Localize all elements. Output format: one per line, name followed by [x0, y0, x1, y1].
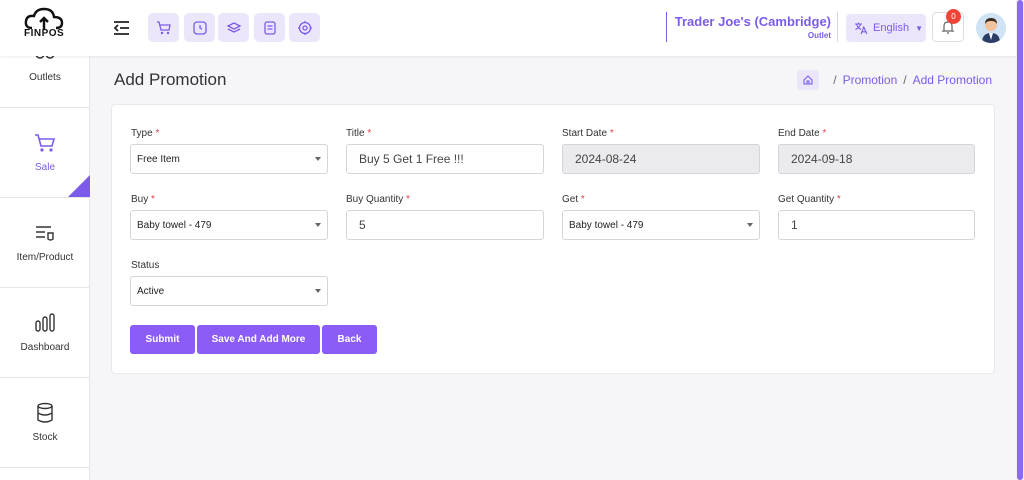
- title-label: Title *: [346, 128, 372, 139]
- user-avatar[interactable]: [976, 13, 1006, 43]
- breadcrumb-separator: /: [903, 73, 907, 87]
- outlet-name: Trader Joe's (Cambridge): [674, 14, 831, 29]
- dropdown-caret-icon: [315, 157, 321, 161]
- home-icon: [803, 75, 813, 85]
- language-dropdown[interactable]: English ▼: [846, 14, 926, 42]
- get-quantity-value: 1: [791, 218, 798, 232]
- get-select[interactable]: Baby towel - 479: [562, 210, 760, 240]
- buy-quantity-value: 5: [359, 218, 366, 232]
- sidebar-item-label: Dashboard: [20, 342, 70, 353]
- page-title: Add Promotion: [114, 70, 227, 89]
- get-label: Get *: [562, 194, 585, 205]
- buy-quantity-input[interactable]: 5: [346, 210, 544, 240]
- quick-receipt-button[interactable]: [254, 13, 285, 42]
- active-indicator: [68, 175, 90, 197]
- sidebar-item-label: Sale: [34, 162, 55, 173]
- end-date-value: 2024-09-18: [791, 152, 853, 166]
- dropdown-caret-icon: [315, 289, 321, 293]
- breadcrumb: / Promotion / Add Promotion: [797, 70, 992, 90]
- sidebar-item-item-product[interactable]: Item/Product: [0, 198, 90, 288]
- type-select[interactable]: Free Item: [130, 144, 328, 174]
- breadcrumb-separator: /: [833, 73, 837, 87]
- cart-icon: [156, 20, 171, 34]
- type-label: Type *: [131, 128, 160, 139]
- end-date-label: End Date *: [778, 128, 827, 139]
- sidebar-item-label: Stock: [32, 432, 58, 443]
- chevron-down-icon: ▼: [915, 23, 923, 33]
- start-date-value: 2024-08-24: [575, 152, 637, 166]
- start-date-input[interactable]: 2024-08-24: [562, 144, 760, 174]
- top-header: FINPOS Trader Joe's (Cambridge) Outlet E…: [0, 0, 1016, 56]
- menu-toggle-icon[interactable]: [112, 18, 132, 38]
- breadcrumb-home[interactable]: [797, 70, 820, 90]
- notification-badge: 0: [946, 9, 961, 24]
- receipt-icon: [263, 20, 276, 35]
- layers-icon: [226, 21, 241, 33]
- get-quantity-input[interactable]: 1: [778, 210, 975, 240]
- title-value: Buy 5 Get 1 Free !!!: [359, 152, 464, 166]
- bar-chart-icon: [35, 313, 55, 332]
- logo-text: FINPOS: [24, 28, 65, 39]
- avatar-icon: [976, 13, 1006, 43]
- language-label: English: [873, 22, 910, 34]
- quick-cart-button[interactable]: [148, 13, 179, 42]
- settings-icon: [297, 20, 312, 35]
- outlet-subtitle: Outlet: [807, 31, 831, 40]
- quick-clock-button[interactable]: [184, 13, 215, 42]
- cart-icon: [35, 134, 56, 152]
- get-value: Baby towel - 479: [569, 219, 644, 231]
- type-value: Free Item: [137, 153, 180, 165]
- back-button[interactable]: Back: [322, 325, 377, 354]
- clock-icon: [192, 20, 207, 35]
- outlet-selector[interactable]: Trader Joe's (Cambridge) Outlet: [666, 12, 838, 42]
- item-list-icon: [36, 226, 54, 241]
- database-icon: [37, 402, 53, 423]
- buy-select[interactable]: Baby towel - 479: [130, 210, 328, 240]
- title-input[interactable]: Buy 5 Get 1 Free !!!: [346, 144, 544, 174]
- buy-quantity-label: Buy Quantity *: [346, 194, 410, 205]
- status-label: Status: [131, 260, 160, 271]
- translate-icon: [855, 22, 868, 35]
- quick-settings-button[interactable]: [289, 13, 320, 42]
- status-select[interactable]: Active: [130, 276, 328, 306]
- submit-button[interactable]: Submit: [130, 325, 195, 354]
- dropdown-caret-icon: [747, 223, 753, 227]
- sidebar: Outlets Sale Item/Product Dashboard Stoc…: [0, 49, 90, 480]
- breadcrumb-add-promotion: Add Promotion: [912, 73, 992, 87]
- sidebar-item-label: Outlets: [29, 72, 61, 83]
- sidebar-item-stock[interactable]: Stock: [0, 378, 90, 468]
- save-and-add-more-button[interactable]: Save And Add More: [197, 325, 320, 354]
- dropdown-caret-icon: [315, 223, 321, 227]
- quick-layers-button[interactable]: [218, 13, 249, 42]
- scrollbar-thumb[interactable]: [1017, 0, 1023, 480]
- start-date-label: Start Date *: [562, 128, 614, 139]
- status-value: Active: [137, 285, 165, 297]
- breadcrumb-promotion[interactable]: Promotion: [843, 73, 898, 87]
- sidebar-item-label: Item/Product: [16, 252, 74, 263]
- end-date-input[interactable]: 2024-09-18: [778, 144, 975, 174]
- sidebar-item-dashboard[interactable]: Dashboard: [0, 288, 90, 378]
- buy-label: Buy *: [131, 194, 155, 205]
- buy-value: Baby towel - 479: [137, 219, 212, 231]
- sidebar-item-sale[interactable]: Sale: [0, 108, 90, 198]
- get-quantity-label: Get Quantity *: [778, 194, 841, 205]
